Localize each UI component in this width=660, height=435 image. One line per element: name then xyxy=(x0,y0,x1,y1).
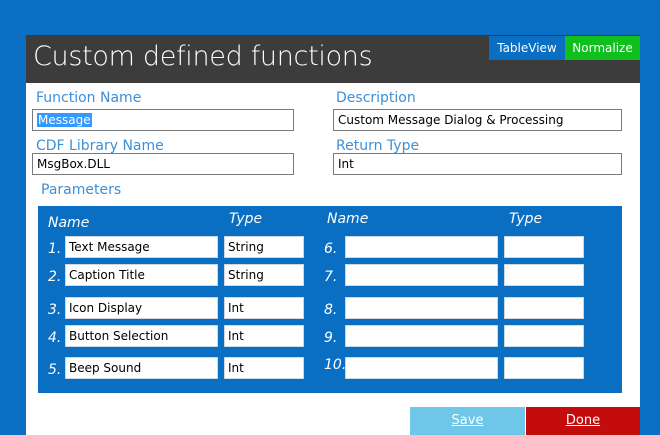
return-type-label: Return Type xyxy=(336,138,420,154)
normalize-button[interactable]: Normalize xyxy=(565,36,640,60)
parameters-label: Parameters xyxy=(41,182,122,198)
param-number: 5. xyxy=(48,362,62,378)
param-name-field[interactable]: Text Message xyxy=(65,236,218,258)
left-name-header: Name xyxy=(48,215,90,231)
param-type-field[interactable] xyxy=(504,264,584,286)
param-type-field[interactable]: Int xyxy=(224,357,304,379)
param-type-field[interactable]: Int xyxy=(224,297,304,319)
param-name-field[interactable]: Caption Title xyxy=(65,264,218,286)
cdf-library-label: CDF Library Name xyxy=(36,138,164,154)
param-name-field[interactable] xyxy=(345,236,498,258)
param-type-field[interactable]: String xyxy=(224,264,304,286)
param-type-field[interactable] xyxy=(504,297,584,319)
param-number: 1. xyxy=(48,241,62,257)
param-number: 10. xyxy=(324,357,347,373)
param-number: 7. xyxy=(324,269,338,285)
param-name-field[interactable] xyxy=(345,297,498,319)
left-type-header: Type xyxy=(229,211,263,227)
param-number: 8. xyxy=(324,302,338,318)
param-number: 2. xyxy=(48,269,62,285)
param-number: 9. xyxy=(324,330,338,346)
param-type-field[interactable]: Int xyxy=(224,325,304,347)
param-name-field[interactable]: Beep Sound xyxy=(65,357,218,379)
done-button[interactable]: Done xyxy=(526,407,640,435)
function-name-value: Message xyxy=(37,113,92,127)
right-type-header: Type xyxy=(509,211,543,227)
param-type-field[interactable] xyxy=(504,325,584,347)
param-number: 3. xyxy=(48,302,62,318)
title-bar: Custom defined functions TableView Norma… xyxy=(26,35,640,83)
right-name-header: Name xyxy=(327,211,369,227)
parameters-panel: Name Type Name Type 1. Text Message Stri… xyxy=(38,206,622,393)
cdf-library-field[interactable]: MsgBox.DLL xyxy=(32,153,294,175)
param-name-field[interactable] xyxy=(345,325,498,347)
param-type-field[interactable] xyxy=(504,357,584,379)
save-button[interactable]: Save xyxy=(410,407,525,435)
function-name-field[interactable]: Message xyxy=(32,109,294,131)
return-type-field[interactable]: Int xyxy=(333,153,622,175)
param-name-field[interactable]: Button Selection xyxy=(65,325,218,347)
description-field[interactable]: Custom Message Dialog & Processing xyxy=(333,109,622,131)
description-label: Description xyxy=(336,90,416,106)
tableview-button[interactable]: TableView xyxy=(489,36,565,60)
param-name-field[interactable] xyxy=(345,357,498,379)
param-type-field[interactable]: String xyxy=(224,236,304,258)
custom-functions-dialog: Custom defined functions TableView Norma… xyxy=(26,35,640,435)
function-name-label: Function Name xyxy=(36,90,142,106)
param-number: 6. xyxy=(324,241,338,257)
dialog-title: Custom defined functions xyxy=(33,41,373,72)
param-name-field[interactable]: Icon Display xyxy=(65,297,218,319)
param-number: 4. xyxy=(48,330,62,346)
param-name-field[interactable] xyxy=(345,264,498,286)
param-type-field[interactable] xyxy=(504,236,584,258)
